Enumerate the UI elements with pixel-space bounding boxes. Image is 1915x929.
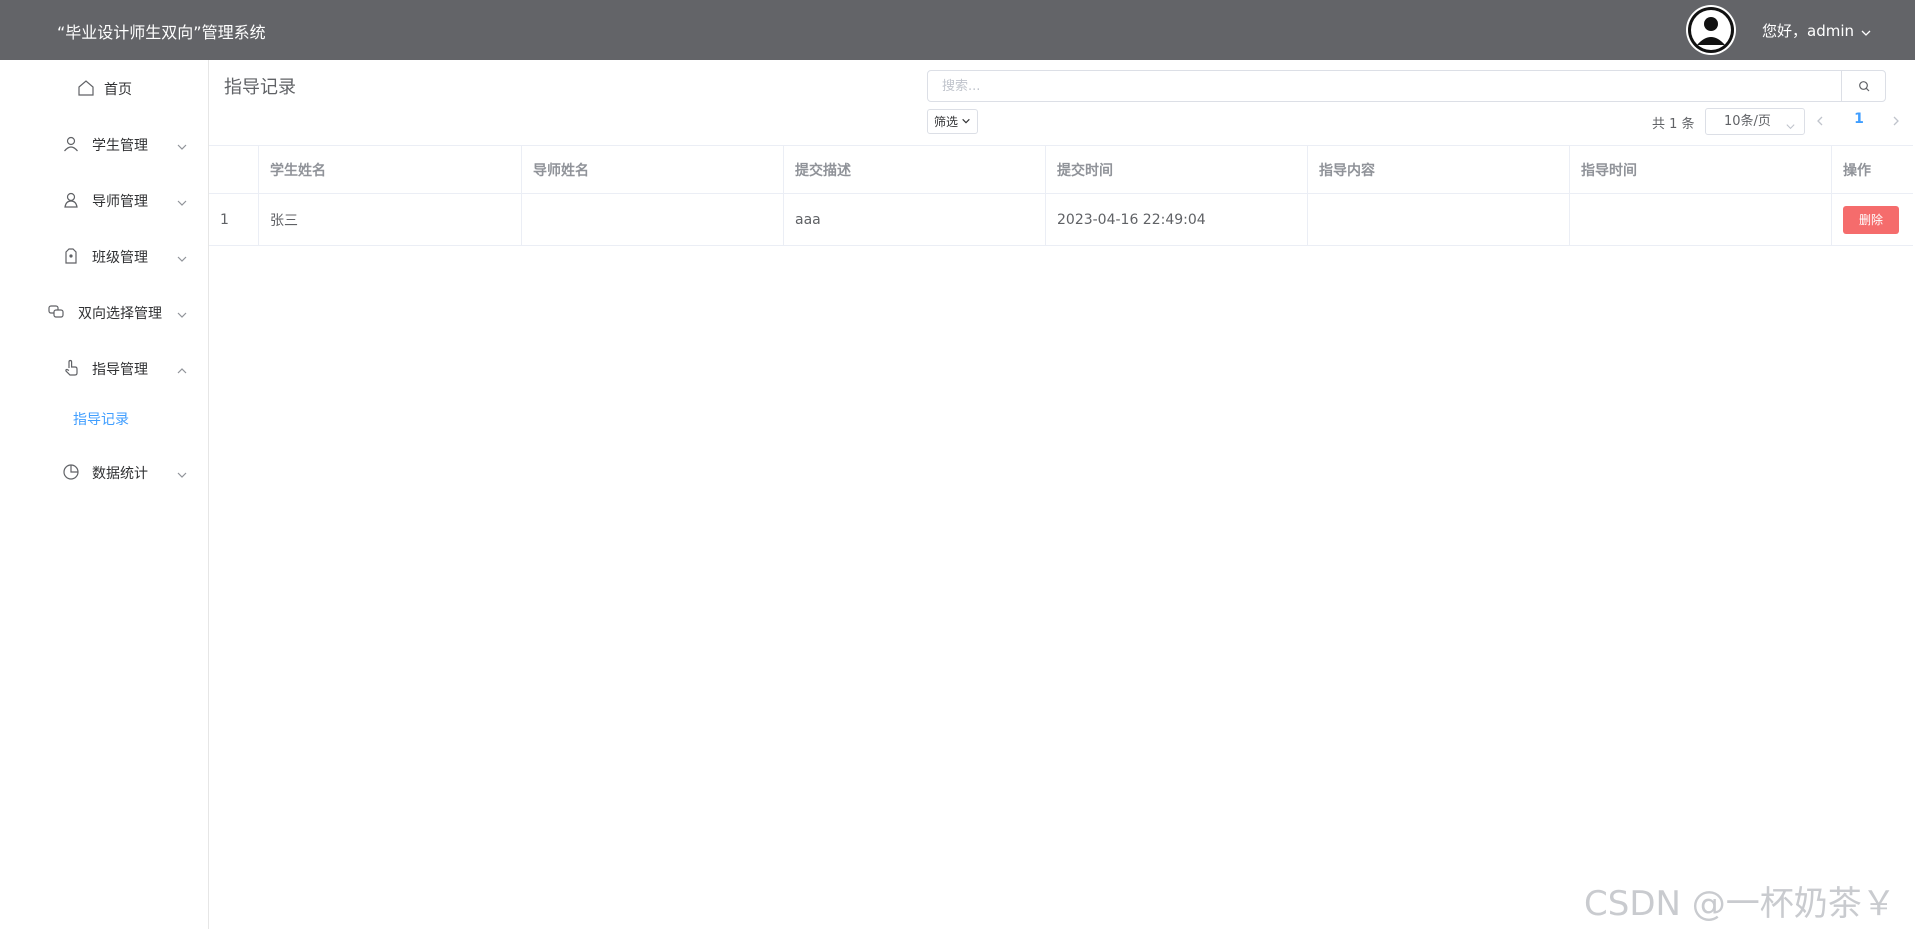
column-header: 导师姓名 (522, 146, 784, 193)
column-header (209, 146, 259, 193)
app-title: “毕业设计师生双向”管理系统 (57, 23, 266, 42)
user-avatar-icon[interactable] (1686, 5, 1736, 55)
chevron-down-icon (176, 306, 188, 318)
table-cell: 删除 (1832, 194, 1913, 245)
column-header: 指导内容 (1308, 146, 1570, 193)
filter-dropdown[interactable]: 筛选 (927, 109, 978, 134)
user-greeting: 您好，admin (1762, 22, 1854, 40)
column-header: 提交时间 (1046, 146, 1308, 193)
pagination-total: 共 1 条 (1652, 117, 1695, 132)
pie-chart-icon (62, 463, 80, 481)
delete-button[interactable]: 删除 (1843, 205, 1899, 234)
chevron-down-icon (176, 138, 188, 150)
sidebar-item-label: 班级管理 (92, 250, 148, 266)
prev-page-button[interactable] (1812, 111, 1828, 131)
user-menu[interactable]: 您好，admin (1762, 20, 1872, 41)
column-header: 操作 (1843, 162, 1871, 179)
table-cell: 2023-04-16 22:49:04 (1046, 194, 1308, 245)
chevron-down-icon (961, 115, 971, 129)
sidebar-item-statistics[interactable]: 数据统计 (0, 444, 208, 500)
sidebar-item-selection[interactable]: 双向选择管理 (0, 284, 208, 340)
sidebar-item-classes[interactable]: 班级管理 (0, 228, 208, 284)
sidebar-item-label: 指导记录 (73, 412, 129, 428)
next-page-button[interactable] (1888, 111, 1904, 131)
column-header: 提交描述 (784, 146, 1046, 193)
sidebar-item-teachers[interactable]: 导师管理 (0, 172, 208, 228)
top-header: “毕业设计师生双向”管理系统 您好，admin (0, 0, 1915, 60)
chevron-down-icon (176, 250, 188, 262)
search-icon (1858, 77, 1870, 96)
records-table: 学生姓名 导师姓名 提交描述 提交时间 指导内容 指导时间 操作 1 张三 aa… (209, 145, 1913, 246)
table-cell (522, 194, 784, 245)
page-size-select[interactable]: 10条/页 (1705, 108, 1805, 135)
chevron-down-icon (1860, 25, 1872, 37)
sidebar-item-label: 首页 (104, 82, 132, 98)
sidebar-item-guidance[interactable]: 指导管理 (0, 340, 208, 396)
badge-icon (62, 247, 80, 265)
table-row: 1 张三 aaa 2023-04-16 22:49:04 删除 (209, 194, 1913, 246)
sidebar: 首页 学生管理 导师管理 班级管理 双向选择管理 指导管理 指导记录 数据统计 (0, 60, 209, 929)
table-cell (1570, 194, 1832, 245)
search-button[interactable] (1841, 70, 1886, 102)
table-header: 学生姓名 导师姓名 提交描述 提交时间 指导内容 指导时间 操作 (209, 146, 1913, 194)
table-cell: 张三 (259, 194, 522, 245)
chat-icon (47, 303, 65, 321)
table-cell: 1 (209, 194, 259, 245)
sidebar-item-label: 导师管理 (92, 194, 148, 210)
sidebar-item-home[interactable]: 首页 (0, 60, 208, 116)
page-title: 指导记录 (224, 77, 296, 98)
column-header: 指导时间 (1570, 146, 1832, 193)
chevron-down-icon (176, 194, 188, 206)
chevron-down-icon (1785, 116, 1796, 130)
chevron-right-icon (1891, 112, 1901, 131)
page-size-value: 10条/页 (1724, 114, 1771, 129)
filter-label: 筛选 (933, 115, 958, 129)
table-cell: aaa (784, 194, 1046, 245)
search-box (927, 70, 1842, 102)
sidebar-item-students[interactable]: 学生管理 (0, 116, 208, 172)
table-cell (1308, 194, 1570, 245)
sidebar-item-label: 学生管理 (92, 138, 148, 154)
search-input[interactable] (928, 71, 1841, 101)
home-icon (77, 79, 95, 97)
chevron-down-icon (176, 466, 188, 478)
user-icon (62, 135, 80, 153)
column-header: 学生姓名 (259, 146, 522, 193)
chevron-up-icon (176, 362, 188, 374)
sidebar-item-guidance-records[interactable]: 指导记录 (0, 393, 208, 443)
page-number-current[interactable]: 1 (1850, 111, 1868, 131)
watermark: CSDN @一杯奶茶￥ (1584, 884, 1896, 924)
sidebar-item-label: 指导管理 (92, 362, 148, 378)
pointer-icon (62, 359, 80, 377)
chevron-left-icon (1815, 112, 1825, 131)
teacher-icon (62, 191, 80, 209)
sidebar-item-label: 双向选择管理 (78, 306, 162, 322)
sidebar-item-label: 数据统计 (92, 466, 148, 482)
